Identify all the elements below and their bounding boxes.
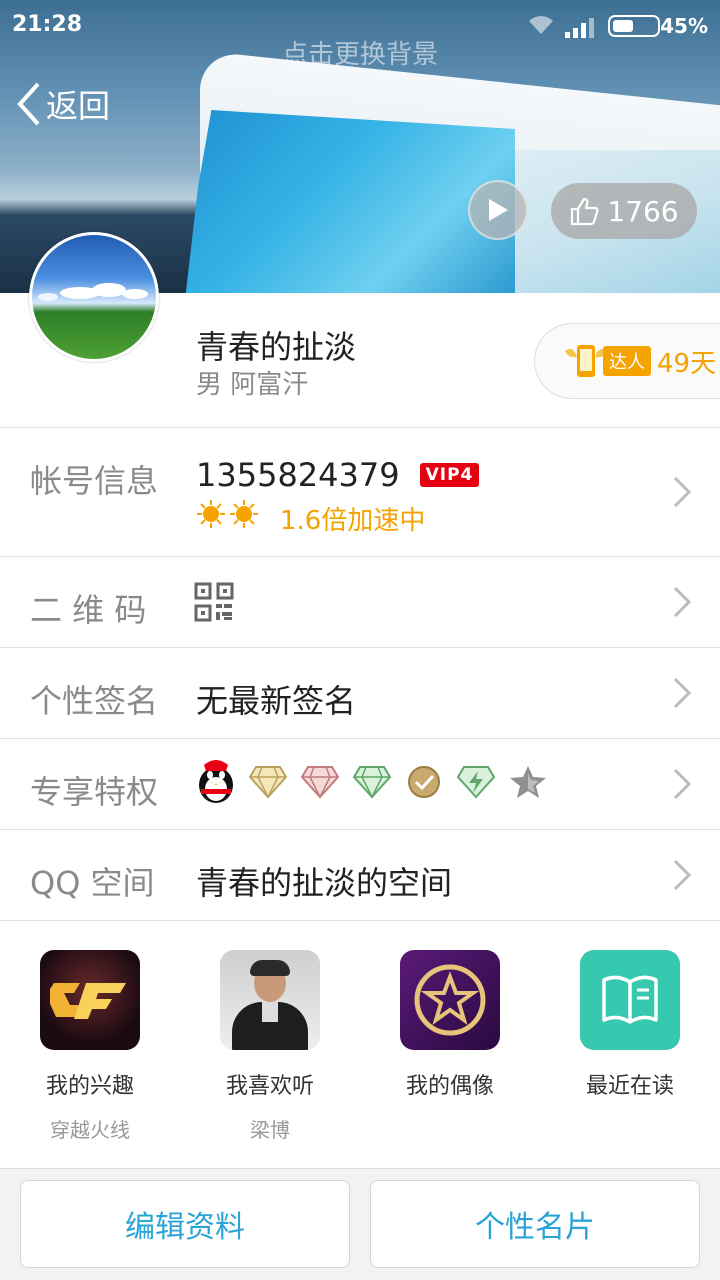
- like-button[interactable]: 1766: [551, 183, 697, 239]
- sun-level-icon: [197, 500, 258, 528]
- vip-badge: VIP4: [419, 463, 480, 487]
- gender-location: 男 阿富汗: [196, 370, 309, 400]
- qq-number: 1355824379: [196, 456, 400, 494]
- app-music[interactable]: 我喜欢听 梁博: [205, 950, 335, 1143]
- daren-label: 达人: [603, 346, 651, 376]
- edit-profile-button[interactable]: 编辑资料: [20, 1180, 350, 1268]
- like-count: 1766: [607, 194, 679, 228]
- privilege-label: 专享特权: [30, 773, 159, 811]
- personal-card-button[interactable]: 个性名片: [370, 1180, 700, 1268]
- account-value: 1355824379 VIP4: [196, 456, 480, 494]
- wifi-icon: [529, 16, 553, 34]
- signature-value: 无最新签名: [196, 682, 357, 720]
- speed-status: 1.6倍加速中: [280, 506, 426, 536]
- qrcode-icon: [194, 582, 234, 622]
- diamond-lightning-icon: [456, 766, 496, 799]
- qrcode-label: 二 维 码: [30, 591, 147, 629]
- app-interest[interactable]: 我的兴趣 穿越火线: [25, 950, 155, 1143]
- signature-label: 个性签名: [30, 682, 159, 720]
- privilege-icons: [196, 752, 548, 812]
- change-background-hint[interactable]: 点击更换背景: [0, 34, 720, 71]
- app-subtitle: 梁博: [250, 1118, 290, 1142]
- back-label: 返回: [46, 87, 111, 125]
- app-subtitle: 穿越火线: [50, 1118, 130, 1142]
- app-idol[interactable]: 我的偶像: [385, 950, 515, 1100]
- gold-check-icon: [408, 766, 440, 798]
- star-idol-icon: [400, 950, 500, 1050]
- app-title: 最近在读: [585, 1074, 674, 1099]
- book-icon: [580, 950, 680, 1050]
- qzone-value: 青春的扯淡的空间: [196, 864, 453, 902]
- qzone-label: QQ 空间: [30, 864, 155, 902]
- thumbs-up-icon: [571, 197, 599, 226]
- diamond-red-icon: [300, 766, 340, 799]
- singer-photo-icon: [220, 950, 320, 1050]
- app-title: 我的兴趣: [45, 1074, 134, 1099]
- chevron-right-icon: [673, 586, 692, 618]
- star-grey-icon: [510, 766, 546, 798]
- diamond-green-icon: [352, 766, 392, 799]
- chevron-right-icon: [673, 476, 692, 508]
- chevron-right-icon: [673, 768, 692, 800]
- app-title: 我喜欢听: [225, 1074, 314, 1099]
- chevron-right-icon: [673, 859, 692, 891]
- diamond-yellow-icon: [248, 766, 288, 799]
- account-label: 帐号信息: [30, 462, 159, 500]
- daren-badge-button[interactable]: 达人 49天: [534, 323, 720, 399]
- play-button[interactable]: [468, 180, 528, 240]
- chevron-left-icon: [17, 82, 40, 126]
- chevron-right-icon: [673, 677, 692, 709]
- crossfire-icon: [40, 950, 140, 1050]
- play-icon: [489, 199, 508, 221]
- back-button[interactable]: 返回: [16, 80, 110, 128]
- app-title: 我的偶像: [405, 1074, 494, 1099]
- nickname: 青春的扯淡: [196, 328, 357, 366]
- iceberg-face: [185, 110, 515, 293]
- app-reading[interactable]: 最近在读: [565, 950, 695, 1100]
- qq-penguin-icon: [199, 760, 233, 803]
- avatar[interactable]: [29, 232, 159, 362]
- daren-days: 49天: [657, 348, 717, 379]
